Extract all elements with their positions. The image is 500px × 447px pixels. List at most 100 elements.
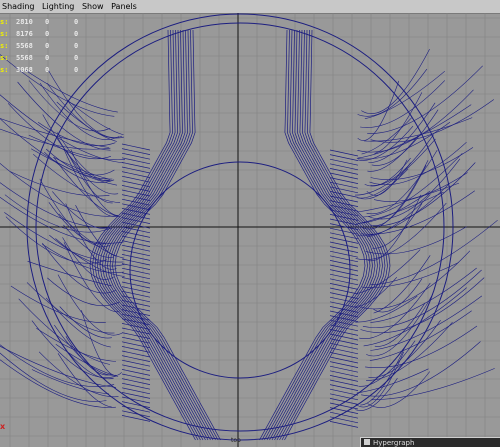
- menu-shading[interactable]: Shading: [0, 0, 38, 13]
- mesh-crossline: [329, 292, 359, 299]
- poly-count-hud: s: 2810 0 0 s: 8176 0 0 s: 5568 0 0 s: 5…: [0, 16, 90, 76]
- flame-spikes: [0, 48, 498, 411]
- flame-curve: [370, 134, 434, 186]
- mesh-crossline: [121, 378, 151, 385]
- mesh-crossline: [121, 143, 151, 151]
- flame-curve: [370, 295, 483, 351]
- mesh-crossline: [329, 347, 359, 355]
- mesh-crossline: [121, 157, 151, 165]
- mesh-crossline: [329, 269, 359, 276]
- flame-curve: [358, 250, 471, 310]
- mesh-crossline: [329, 264, 359, 272]
- flame-curve: [5, 216, 108, 264]
- flame-curve: [0, 128, 111, 150]
- mesh-crossline: [121, 364, 151, 372]
- mesh-crossline: [329, 375, 359, 382]
- flame-curve: [359, 160, 429, 230]
- mesh-crossline: [329, 287, 359, 295]
- hud-row-tris: s: 5568 0 0: [0, 54, 79, 62]
- flame-curve: [36, 328, 117, 362]
- mesh-crossline: [329, 338, 359, 345]
- mesh-crossline: [121, 277, 151, 284]
- mesh-contour: [114, 29, 221, 441]
- mesh-contour: [107, 29, 214, 441]
- mesh-crossline: [121, 185, 151, 192]
- mesh-crossline: [329, 255, 359, 263]
- mesh-crossline: [121, 410, 151, 418]
- flame-curve: [4, 212, 124, 263]
- mesh-contour: [259, 29, 366, 441]
- mesh-crossline: [121, 350, 151, 358]
- hud-row-verts: s: 2810 0 0: [0, 18, 79, 26]
- mesh-contour: [102, 29, 209, 441]
- flame-curve: [357, 80, 400, 141]
- mesh-crossline: [121, 392, 151, 399]
- mesh-contour: [269, 29, 376, 441]
- mesh-crossline: [121, 263, 151, 270]
- mesh-crossline: [329, 250, 359, 258]
- mesh-crossline: [329, 333, 359, 341]
- flame-curve: [63, 149, 119, 217]
- mesh-crossline: [121, 382, 151, 390]
- mesh-crossline: [329, 365, 359, 373]
- mesh-crossline: [121, 254, 151, 261]
- mesh-crossline: [329, 168, 359, 175]
- wireframe-canvas[interactable]: [0, 13, 500, 447]
- menu-lighting[interactable]: Lighting: [40, 0, 77, 13]
- hud-row-uvs: s: 3068 0 0: [0, 66, 79, 74]
- mesh-crossline: [121, 258, 151, 266]
- flame-curve: [373, 162, 476, 227]
- mesh-crossline: [329, 416, 359, 424]
- mesh-crossline: [121, 189, 151, 197]
- flame-curve: [366, 293, 434, 357]
- mesh-contour: [261, 29, 368, 441]
- mesh-crossline: [121, 171, 151, 178]
- flame-curve: [367, 65, 483, 134]
- mesh-crossline: [329, 163, 359, 171]
- flame-curve: [357, 68, 428, 117]
- flame-curve: [52, 191, 109, 230]
- mesh-crossline: [329, 342, 359, 350]
- mesh-contour: [266, 29, 373, 441]
- mesh-crossline: [121, 148, 151, 155]
- mesh-crossline: [121, 180, 151, 188]
- hud-row-edges: s: 8176 0 0: [0, 30, 79, 38]
- flame-curve: [364, 117, 473, 142]
- grid-lines: [0, 13, 500, 447]
- mesh-crossline: [121, 281, 151, 289]
- flame-curve: [55, 238, 125, 277]
- mesh-crossline: [121, 355, 151, 362]
- flame-curve: [354, 138, 436, 196]
- mesh-crossline: [329, 172, 359, 180]
- mesh-contour: [112, 29, 219, 441]
- mesh-crossline: [121, 405, 151, 413]
- mesh-crossline: [329, 398, 359, 405]
- maya-top-viewport[interactable]: Shading Lighting Show Panels s: 2810 0 0…: [0, 0, 500, 447]
- mesh-crossline: [121, 231, 151, 238]
- mesh-crossline: [329, 158, 359, 166]
- menu-panels[interactable]: Panels: [109, 0, 140, 13]
- mesh-crossline: [121, 152, 151, 160]
- hypergraph-title: Hypergraph: [373, 439, 415, 447]
- mesh-crossline: [329, 361, 359, 368]
- flame-curve: [357, 125, 414, 161]
- mesh-crossline: [329, 273, 359, 281]
- mesh-crossline: [329, 352, 359, 359]
- flame-curve: [0, 94, 125, 164]
- mesh-crossline: [329, 379, 359, 387]
- flame-curve: [26, 282, 115, 334]
- mesh-crossline: [329, 246, 359, 253]
- mesh-contour: [274, 29, 381, 441]
- mesh-crossline: [329, 384, 359, 391]
- flame-curve: [81, 310, 122, 376]
- mesh-crossline: [121, 267, 151, 275]
- flame-curve: [0, 359, 116, 408]
- mesh-contour: [99, 29, 206, 441]
- mesh-crossline: [121, 272, 151, 280]
- flame-curve: [365, 325, 478, 368]
- hypergraph-window-tab[interactable]: Hypergraph: [360, 437, 500, 447]
- flame-curve: [357, 89, 474, 153]
- flame-curve: [370, 219, 498, 286]
- mesh-crossline: [329, 388, 359, 396]
- menu-show[interactable]: Show: [80, 0, 107, 13]
